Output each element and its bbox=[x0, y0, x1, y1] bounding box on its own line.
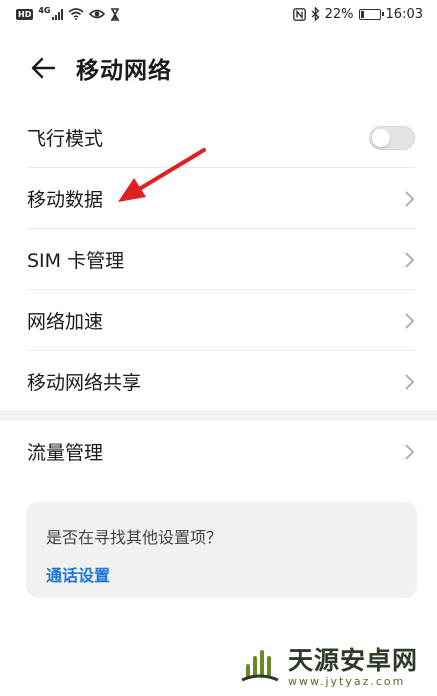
data-usage-row[interactable]: 流量管理 bbox=[0, 421, 437, 482]
chevron-right-icon bbox=[405, 251, 415, 268]
nfc-icon bbox=[292, 7, 306, 21]
watermark-url: www.jytyaz.com bbox=[288, 674, 406, 688]
mobile-data-row[interactable]: 移动数据 bbox=[0, 168, 437, 229]
data-usage-label: 流量管理 bbox=[27, 442, 104, 464]
eye-icon bbox=[89, 9, 106, 19]
airplane-mode-row[interactable]: 飞行模式 bbox=[0, 107, 437, 168]
hint-text: 是否在寻找其他设置项？ bbox=[46, 528, 223, 547]
watermark: 天源安卓网 www.jytyaz.com bbox=[238, 634, 433, 694]
network-acceleration-label: 网络加速 bbox=[27, 311, 104, 333]
chevron-right-icon bbox=[405, 312, 415, 329]
settings-list: 飞行模式 移动数据 SIM 卡管理 网络加速 移动网络共享 bbox=[0, 107, 437, 412]
back-button[interactable] bbox=[18, 43, 68, 93]
network-type-label: 4G bbox=[38, 5, 51, 15]
wifi-icon bbox=[68, 8, 85, 20]
sim-management-label: SIM 卡管理 bbox=[27, 250, 125, 272]
hd-icon: HD bbox=[16, 8, 34, 20]
network-acceleration-row[interactable]: 网络加速 bbox=[0, 290, 437, 351]
status-bar-right: 22% 16:03 bbox=[292, 6, 423, 22]
battery-icon bbox=[358, 8, 384, 20]
watermark-cn: 天源安卓网 bbox=[288, 645, 419, 675]
watermark-text: 天源安卓网 www.jytyaz.com bbox=[288, 641, 418, 688]
page-title: 移动网络 bbox=[76, 58, 172, 84]
chevron-right-icon bbox=[405, 443, 415, 460]
toggle-knob bbox=[372, 128, 390, 147]
clock: 16:03 bbox=[385, 6, 423, 22]
call-settings-link[interactable]: 通话设置 bbox=[46, 562, 110, 586]
back-arrow-icon bbox=[31, 57, 56, 79]
hourglass-icon bbox=[111, 7, 120, 21]
status-bar: HD 4G 22% 16:03 bbox=[0, 0, 437, 28]
tethering-row[interactable]: 移动网络共享 bbox=[0, 351, 437, 412]
airplane-mode-label: 飞行模式 bbox=[27, 128, 104, 150]
status-bar-left: HD 4G bbox=[16, 5, 120, 21]
data-usage-section: 流量管理 bbox=[0, 421, 437, 482]
bluetooth-icon bbox=[311, 7, 320, 21]
battery-percent: 22% bbox=[324, 6, 354, 22]
chevron-right-icon bbox=[405, 373, 415, 390]
section-divider bbox=[0, 410, 437, 421]
tethering-label: 移动网络共享 bbox=[27, 372, 142, 394]
watermark-logo-icon bbox=[241, 650, 279, 682]
mobile-data-label: 移动数据 bbox=[27, 189, 104, 211]
hint-card: 是否在寻找其他设置项？ 通话设置 bbox=[26, 502, 417, 598]
chevron-right-icon bbox=[405, 190, 415, 207]
sim-management-row[interactable]: SIM 卡管理 bbox=[0, 229, 437, 290]
airplane-mode-toggle[interactable] bbox=[369, 125, 415, 150]
page-header: 移动网络 bbox=[0, 40, 437, 96]
signal-icon bbox=[52, 8, 64, 20]
